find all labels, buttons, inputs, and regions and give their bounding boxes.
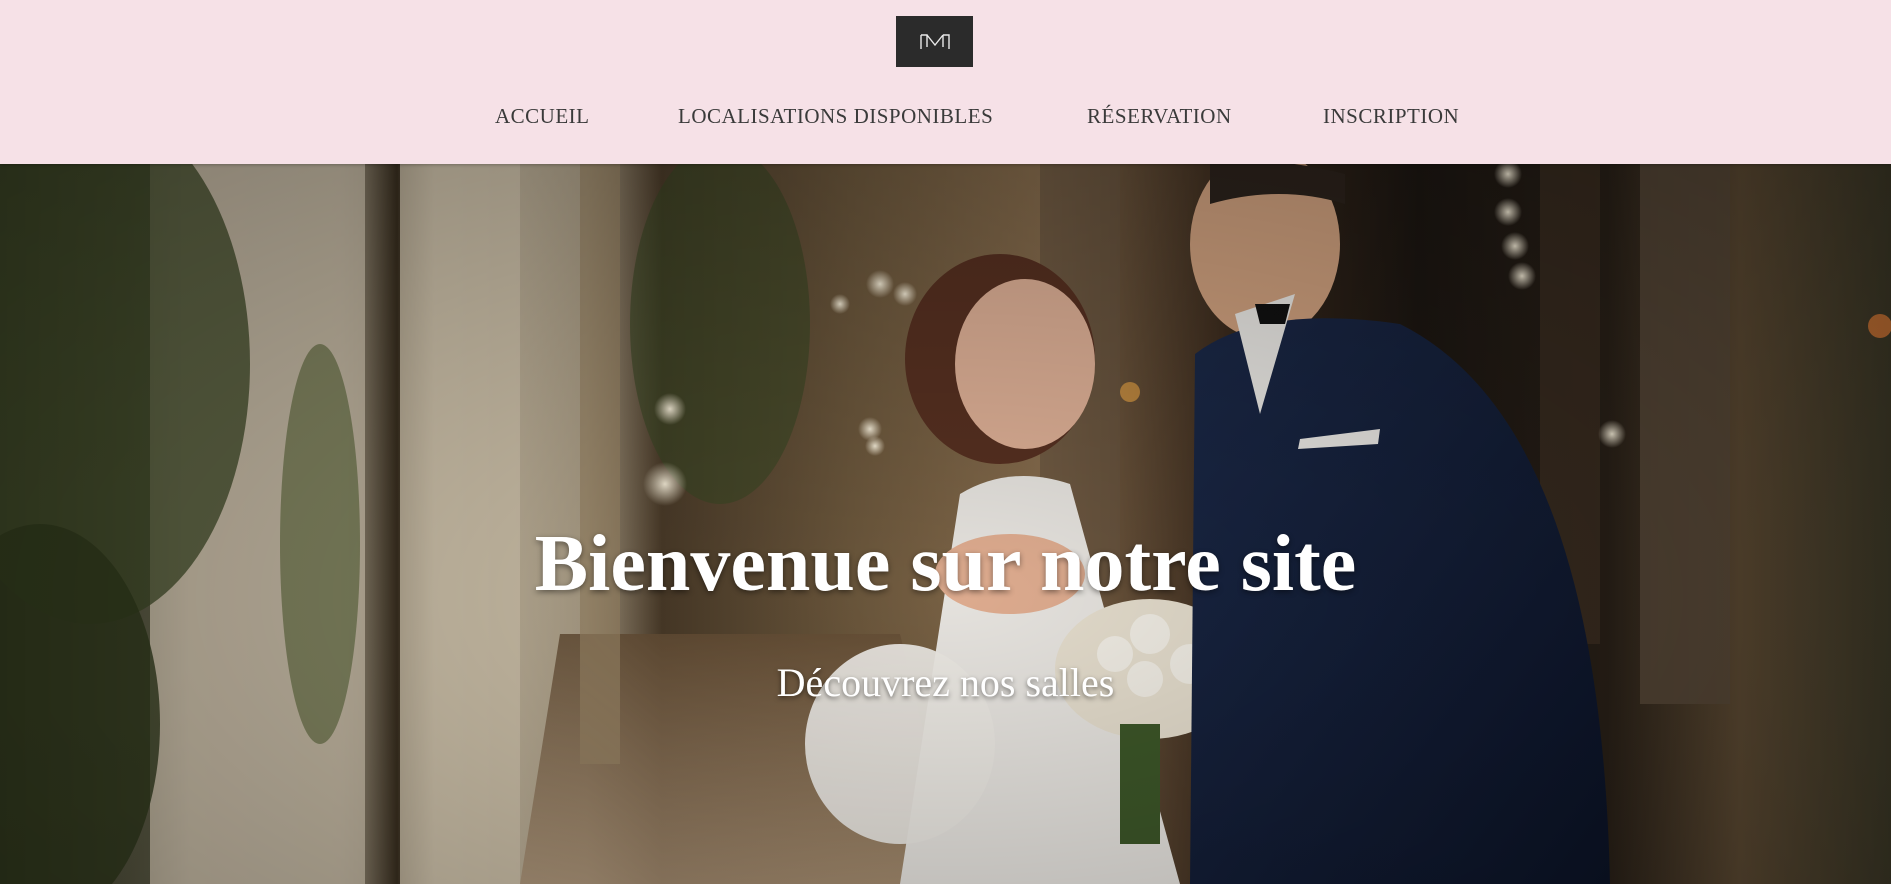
main-navigation: ACCUEIL LOCALISATIONS DISPONIBLES RÉSERV…: [0, 104, 1891, 134]
monogram-m-logo-icon: [919, 33, 950, 49]
hero-banner: Bienvenue sur notre site Découvrez nos s…: [0, 164, 1891, 884]
nav-localisations-disponibles[interactable]: LOCALISATIONS DISPONIBLES: [678, 104, 993, 129]
site-header: ACCUEIL LOCALISATIONS DISPONIBLES RÉSERV…: [0, 0, 1891, 164]
nav-inscription[interactable]: INSCRIPTION: [1323, 104, 1459, 129]
hero-subtitle: Découvrez nos salles: [776, 660, 1115, 705]
hero-title: Bienvenue sur notre site: [534, 520, 1357, 608]
nav-reservation[interactable]: RÉSERVATION: [1087, 104, 1232, 129]
site-logo[interactable]: [896, 16, 973, 67]
nav-accueil[interactable]: ACCUEIL: [495, 104, 590, 129]
